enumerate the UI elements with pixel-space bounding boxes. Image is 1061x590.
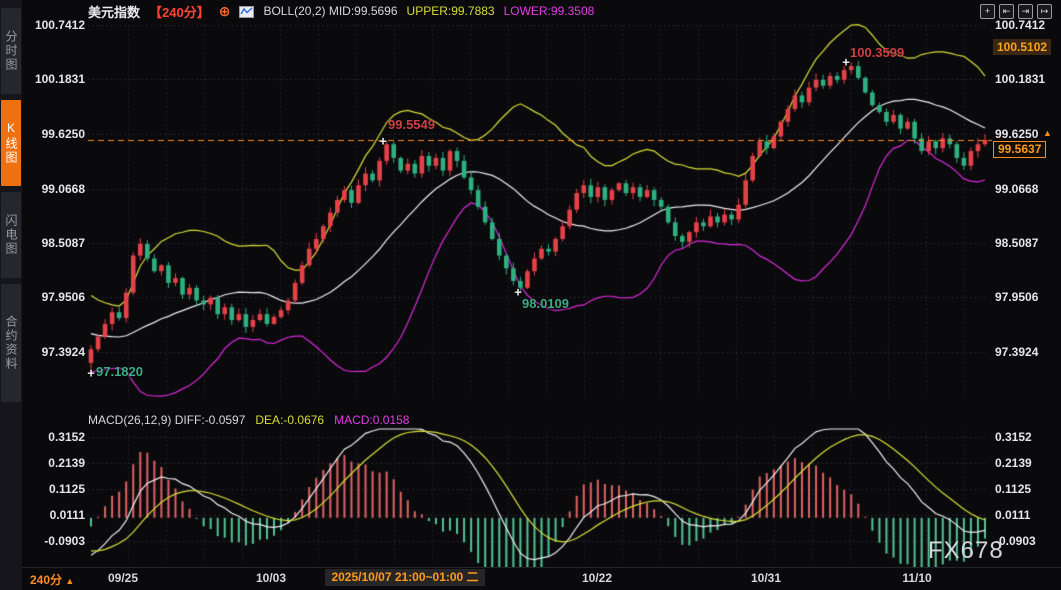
price-tick-label: 98.5087 (995, 236, 1038, 250)
extreme-cross-marker: + (379, 134, 387, 147)
macd-tick-label: -0.0903 (24, 534, 85, 548)
chart-toolbar: + ⇤ ⇥ ↦ (980, 4, 1052, 19)
crosshair-date-readout: 2025/10/07 21:00~01:00 二 (325, 569, 485, 586)
current-price-badge: 99.5637 (993, 141, 1046, 158)
chart-header: 美元指数 【240分】 ⊕ BOLL(20,2) MID:99.5696 UPP… (88, 3, 594, 19)
price-tick-label: 100.7412 (24, 18, 85, 32)
macd-diff-readout: MACD(26,12,9) DIFF:-0.0597 (88, 413, 245, 427)
date-label: 09/25 (108, 571, 138, 585)
extreme-cross-marker: + (842, 56, 850, 69)
boll-upper-readout: UPPER:99.7883 (407, 4, 495, 18)
extreme-price-annotation: 98.0109 (522, 296, 569, 311)
price-up-arrow-icon: ▲ (1043, 128, 1052, 138)
price-tick-label: 100.7412 (995, 18, 1045, 32)
extreme-price-annotation: 99.5549 (388, 117, 435, 132)
date-label: 10/22 (582, 571, 612, 585)
macd-tick-label: 0.3152 (24, 430, 85, 444)
price-tick-label: 97.9506 (995, 290, 1038, 304)
price-tick-label: 100.1831 (995, 72, 1045, 86)
period-indicator[interactable]: 【240分】 (149, 2, 210, 21)
price-tick-label: 98.5087 (24, 236, 85, 250)
pan-right-icon[interactable]: ↦ (1037, 4, 1052, 19)
session-high-badge: 100.5102 (993, 39, 1051, 55)
time-axis-bar: 240分 ▲ 2025/10/07 21:00~01:00 二 09/25 10/… (22, 567, 1061, 590)
period-label: 240分 (30, 573, 62, 587)
compress-chart-icon[interactable]: ⇤ (999, 4, 1014, 19)
macd-tick-label: 0.1125 (24, 482, 85, 496)
boll-lower-readout: LOWER:99.3508 (504, 4, 595, 18)
macd-tick-label: 0.1125 (995, 482, 1031, 496)
price-tick-label: 97.3924 (24, 345, 85, 359)
sidebar-tab-3[interactable]: 闪电图 (1, 192, 21, 278)
date-label: 10/03 (256, 571, 286, 585)
macd-tick-label: 0.3152 (995, 430, 1032, 444)
crosshair-icon[interactable]: + (980, 4, 995, 19)
price-tick-label: 99.0668 (24, 182, 85, 196)
extreme-price-annotation: 97.1820 (96, 364, 143, 379)
macd-tick-label: 0.2139 (24, 456, 85, 470)
price-tick-label: 97.3924 (995, 345, 1038, 359)
sidebar-tab-1[interactable]: 分时图 (1, 8, 21, 94)
price-tick-label: 99.6250 (24, 127, 85, 141)
brand-watermark: FX678 (928, 537, 1004, 565)
price-tick-label: 99.0668 (995, 182, 1038, 196)
symbol-title: 美元指数 (88, 2, 140, 21)
macd-tick-label: 0.2139 (995, 456, 1032, 470)
date-label: 10/31 (751, 571, 781, 585)
extreme-cross-marker: + (87, 366, 95, 379)
extreme-price-annotation: 100.3599 (850, 45, 904, 60)
macd-dea-readout: DEA:-0.0676 (255, 413, 324, 427)
period-arrow-icon: ▲ (65, 576, 74, 586)
period-selector-button[interactable]: 240分 ▲ (30, 571, 74, 588)
price-tick-label: 99.6250 (995, 127, 1038, 141)
macd-hist-readout: MACD:0.0158 (334, 413, 409, 427)
sidebar-tab-2[interactable]: K线图 (1, 100, 21, 186)
boll-mid-readout: BOLL(20,2) MID:99.5696 (263, 4, 397, 18)
macd-header: MACD(26,12,9) DIFF:-0.0597 DEA:-0.0676 M… (88, 413, 409, 427)
price-tick-label: 100.1831 (24, 72, 85, 86)
macd-tick-label: 0.0111 (24, 508, 85, 522)
chart-type-sidebar: 分时图 K线图闪电图合约资料 (0, 0, 22, 590)
macd-tick-label: 0.0111 (995, 508, 1030, 522)
sidebar-tab-4[interactable]: 合约资料 (1, 284, 21, 402)
trading-app-window: 分时图 K线图闪电图合约资料 美元指数 【240分】 ⊕ BOLL(20,2) M… (0, 0, 1061, 590)
mini-chart-icon (239, 5, 254, 17)
expand-chart-icon[interactable]: ⇥ (1018, 4, 1033, 19)
price-tick-label: 97.9506 (24, 290, 85, 304)
add-indicator-icon[interactable]: ⊕ (219, 4, 231, 18)
date-label: 11/10 (902, 571, 931, 585)
extreme-cross-marker: + (514, 285, 522, 298)
